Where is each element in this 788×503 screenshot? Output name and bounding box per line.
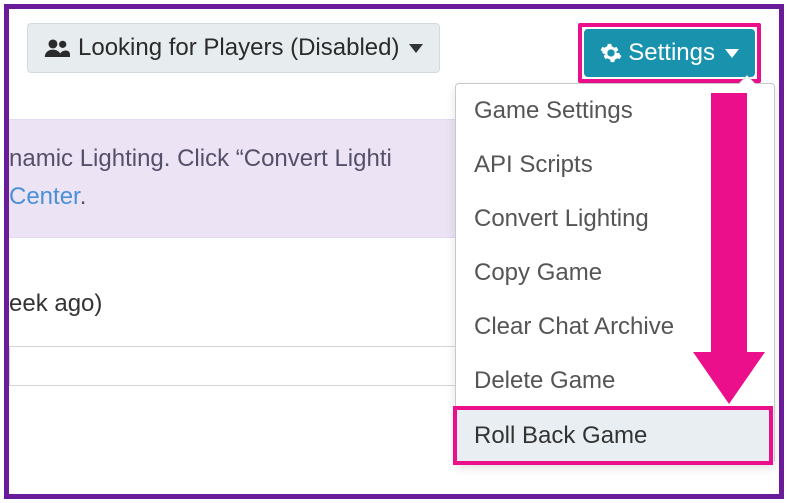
top-bar: Looking for Players (Disabled) Settings — [9, 23, 761, 83]
chevron-down-icon — [409, 44, 423, 53]
settings-button[interactable]: Settings — [584, 29, 755, 77]
settings-label: Settings — [628, 39, 715, 67]
dropdown-item-game-settings[interactable]: Game Settings — [456, 84, 774, 138]
dropdown-item-convert-lighting[interactable]: Convert Lighting — [456, 192, 774, 246]
dropdown-item-clear-chat-archive[interactable]: Clear Chat Archive — [456, 300, 774, 354]
dropdown-item-api-scripts[interactable]: API Scripts — [456, 138, 774, 192]
chevron-down-icon — [725, 49, 739, 58]
settings-dropdown: Game SettingsAPI ScriptsConvert Lighting… — [455, 83, 775, 464]
help-center-link[interactable]: Center — [9, 183, 80, 210]
people-icon — [44, 37, 70, 59]
lfp-label: Looking for Players (Disabled) — [78, 34, 399, 62]
gear-icon — [600, 42, 622, 64]
looking-for-players-button[interactable]: Looking for Players (Disabled) — [27, 23, 440, 73]
info-text-suffix: . — [80, 183, 87, 210]
dropdown-item-copy-game[interactable]: Copy Game — [456, 246, 774, 300]
dropdown-item-roll-back-game[interactable]: Roll Back Game — [456, 408, 774, 463]
dropdown-item-delete-game[interactable]: Delete Game — [456, 354, 774, 408]
annotation-highlight-settings: Settings — [578, 23, 761, 83]
